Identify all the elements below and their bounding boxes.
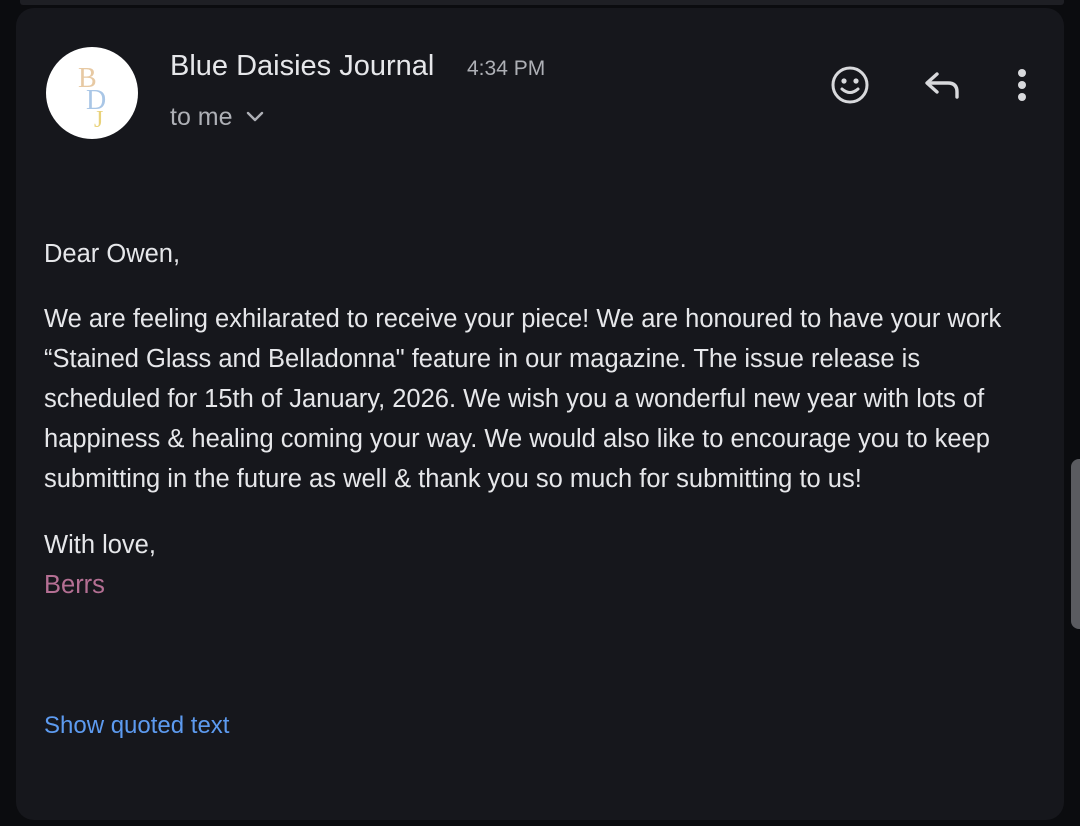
body-line: submitting in the future as well & thank… <box>44 465 862 493</box>
message-time: 4:34 PM <box>467 57 546 80</box>
emoji-reaction-icon <box>831 66 869 104</box>
recipient-details-toggle[interactable]: to me <box>170 102 265 132</box>
scrollbar-thumb[interactable] <box>1071 459 1080 629</box>
email-greeting: Dear Owen, <box>44 240 181 268</box>
svg-text:J: J <box>94 107 103 133</box>
more-options-button[interactable] <box>998 61 1046 109</box>
add-reaction-button[interactable] <box>826 61 874 109</box>
body-line: We are feeling exhilarated to receive yo… <box>44 305 1002 333</box>
body-line: scheduled for 15th of January, 2026. We … <box>44 385 985 413</box>
body-line: happiness & healing coming your way. We … <box>44 425 990 453</box>
recipient-label: to me <box>170 103 233 131</box>
journal-logo-icon: B D J <box>78 63 106 133</box>
more-vertical-icon <box>1018 69 1026 101</box>
previous-message-edge <box>20 0 1064 5</box>
show-quoted-text-link[interactable]: Show quoted text <box>44 711 229 741</box>
body-line: “Stained Glass and Belladonna" feature i… <box>44 345 921 373</box>
sender-name[interactable]: Blue Daisies Journal <box>170 48 434 84</box>
sender-avatar[interactable]: B D J <box>46 47 138 139</box>
chevron-down-icon <box>246 111 263 122</box>
email-message-card: B D J Blue Daisies Journal 4:34 PM to me <box>16 8 1064 820</box>
reply-icon <box>925 72 959 99</box>
reply-button[interactable] <box>918 61 966 109</box>
email-signature: Berrs <box>44 571 105 599</box>
email-closing: With love, <box>44 531 156 559</box>
email-body-paragraph: We are feeling exhilarated to receive yo… <box>44 299 1044 499</box>
